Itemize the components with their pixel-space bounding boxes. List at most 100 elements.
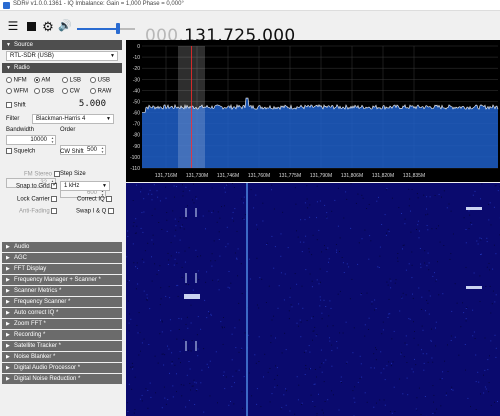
waterfall-noise xyxy=(469,214,471,216)
mode-wfm-radio[interactable] xyxy=(6,88,12,94)
waterfall-noise xyxy=(166,219,168,221)
waterfall-noise xyxy=(368,329,369,330)
waterfall-noise xyxy=(371,303,373,305)
snap-to-grid-checkbox[interactable] xyxy=(51,181,57,189)
waterfall-noise xyxy=(214,260,216,262)
waterfall-noise xyxy=(495,294,497,296)
mode-nfm-radio[interactable] xyxy=(6,77,12,83)
section-header[interactable]: ▶ Frequency Manager + Scanner * xyxy=(2,275,122,285)
waterfall-noise xyxy=(147,193,149,195)
waterfall-noise xyxy=(256,388,258,390)
speaker-icon[interactable]: 🔊 xyxy=(58,19,72,33)
correct-iq-checkbox[interactable] xyxy=(106,196,113,202)
volume-slider-handle[interactable] xyxy=(115,23,120,34)
waterfall-noise xyxy=(200,255,202,257)
mode-usb[interactable]: USB xyxy=(90,77,110,84)
section-header[interactable]: ▶ Scanner Metrics * xyxy=(2,286,122,296)
mode-dsb[interactable]: DSB xyxy=(34,88,54,95)
waterfall-noise xyxy=(146,298,148,300)
mode-lsb[interactable]: LSB xyxy=(62,77,81,84)
waterfall-noise xyxy=(474,338,476,339)
section-header[interactable]: ▶ Digital Noise Reduction * xyxy=(2,374,122,384)
mode-raw[interactable]: RAW xyxy=(90,88,111,95)
waterfall-noise xyxy=(460,326,462,328)
waterfall-noise xyxy=(126,280,128,282)
section-header[interactable]: ▶ Auto correct IQ * xyxy=(2,308,122,318)
mode-usb-radio[interactable] xyxy=(90,77,96,83)
section-header[interactable]: ▶ Digital Audio Processor * xyxy=(2,363,122,373)
waterfall-noise xyxy=(146,299,148,301)
bandwidth-stepper[interactable]: 10000 ▲ ▼ xyxy=(6,135,56,145)
waterfall-noise xyxy=(432,385,434,387)
squelch-toggle[interactable]: Squelch xyxy=(6,148,35,155)
waterfall-noise xyxy=(289,296,291,298)
mode-am-radio[interactable] xyxy=(34,77,40,83)
section-header[interactable]: ▶ Satellite Tracker * xyxy=(2,341,122,351)
section-header[interactable]: ▶ Audio xyxy=(2,242,122,252)
anti-fading-checkbox[interactable] xyxy=(51,208,58,214)
shift-checkbox[interactable] xyxy=(6,102,12,108)
waterfall-noise xyxy=(238,369,240,371)
swap-iq-label: Swap I & Q xyxy=(76,208,107,215)
section-header[interactable]: ▶ Noise Blanker * xyxy=(2,352,122,362)
spin-arrows-icon[interactable]: ▲▼ xyxy=(51,136,54,144)
waterfall-noise xyxy=(191,340,193,341)
fm-stereo-toggle[interactable]: FM Stereo xyxy=(24,171,60,178)
hamburger-menu-icon[interactable]: ☰ xyxy=(6,19,20,33)
mode-cw[interactable]: CW xyxy=(62,88,80,95)
mode-dsb-radio[interactable] xyxy=(34,88,40,94)
swap-iq-checkbox[interactable] xyxy=(108,208,115,214)
main-toolbar: ☰ ⚙ 🔊 000.131.725.000 xyxy=(0,11,500,46)
correct-iq-toggle[interactable]: Correct IQ xyxy=(77,196,113,203)
mode-am[interactable]: AM xyxy=(34,77,50,84)
spectrum-analyzer[interactable]: 0 -10 -20 -30 -40 -50 -60 -70 -80 -90 -100 -110 131,… xyxy=(126,40,500,182)
mode-cw-radio[interactable] xyxy=(62,88,68,94)
section-header[interactable]: ▶ FFT Display xyxy=(2,264,122,274)
lock-carrier-checkbox[interactable] xyxy=(51,196,58,202)
gear-icon[interactable]: ⚙ xyxy=(41,19,55,33)
shift-label: Shift xyxy=(13,102,26,109)
stop-icon[interactable] xyxy=(26,19,36,33)
mode-lsb-radio[interactable] xyxy=(62,77,68,83)
shift-value[interactable]: 5.000 xyxy=(30,99,106,111)
mode-nfm[interactable]: NFM xyxy=(6,77,27,84)
filter-select[interactable]: Blackman-Harris 4 ▼ xyxy=(32,114,114,124)
spin-arrows-icon[interactable]: ▲▼ xyxy=(101,146,104,154)
squelch-checkbox[interactable] xyxy=(6,148,12,154)
swap-iq-toggle[interactable]: Swap I & Q xyxy=(76,208,115,215)
section-header[interactable]: ▶ Zoom FFT * xyxy=(2,319,122,329)
waterfall-noise xyxy=(337,225,339,227)
waterfall-noise xyxy=(379,399,381,401)
source-device-select[interactable]: RTL-SDR (USB) ▼ xyxy=(6,51,118,61)
waterfall-display[interactable] xyxy=(126,183,500,416)
waterfall-noise xyxy=(191,385,193,387)
snap-to-grid-toggle[interactable]: Snap to Grid xyxy=(16,181,57,190)
section-header[interactable]: ▶ Recording * xyxy=(2,330,122,340)
chevron-right-icon: ▶ xyxy=(6,266,10,272)
waterfall-noise xyxy=(271,189,272,191)
waterfall-noise xyxy=(178,221,180,223)
section-radio-header[interactable]: ▼ Radio xyxy=(2,63,122,73)
section-header[interactable]: ▶ Frequency Scanner * xyxy=(2,297,122,307)
waterfall-noise xyxy=(468,228,470,230)
volume-slider[interactable] xyxy=(77,23,135,34)
waterfall-noise xyxy=(228,404,230,406)
waterfall-noise xyxy=(337,187,339,189)
waterfall-noise xyxy=(361,194,363,196)
step-size-select[interactable]: 1 kHz ▼ xyxy=(60,181,110,191)
waterfall-noise xyxy=(183,384,185,386)
shift-toggle[interactable]: Shift xyxy=(6,102,26,109)
section-header[interactable]: ▶ AGC xyxy=(2,253,122,263)
section-source-header[interactable]: ▼ Source xyxy=(2,40,122,50)
mode-wfm[interactable]: WFM xyxy=(6,88,28,95)
x-tick-label: 131,790M xyxy=(310,173,332,179)
waterfall-noise xyxy=(438,225,439,227)
fm-stereo-checkbox[interactable] xyxy=(53,171,60,177)
waterfall-noise xyxy=(417,224,419,226)
waterfall-noise xyxy=(355,202,357,204)
waterfall-noise xyxy=(343,272,345,273)
anti-fading-toggle[interactable]: Anti-Fading xyxy=(19,208,58,215)
waterfall-noise xyxy=(481,253,482,255)
mode-raw-radio[interactable] xyxy=(90,88,96,94)
lock-carrier-toggle[interactable]: Lock Carrier xyxy=(17,196,58,203)
